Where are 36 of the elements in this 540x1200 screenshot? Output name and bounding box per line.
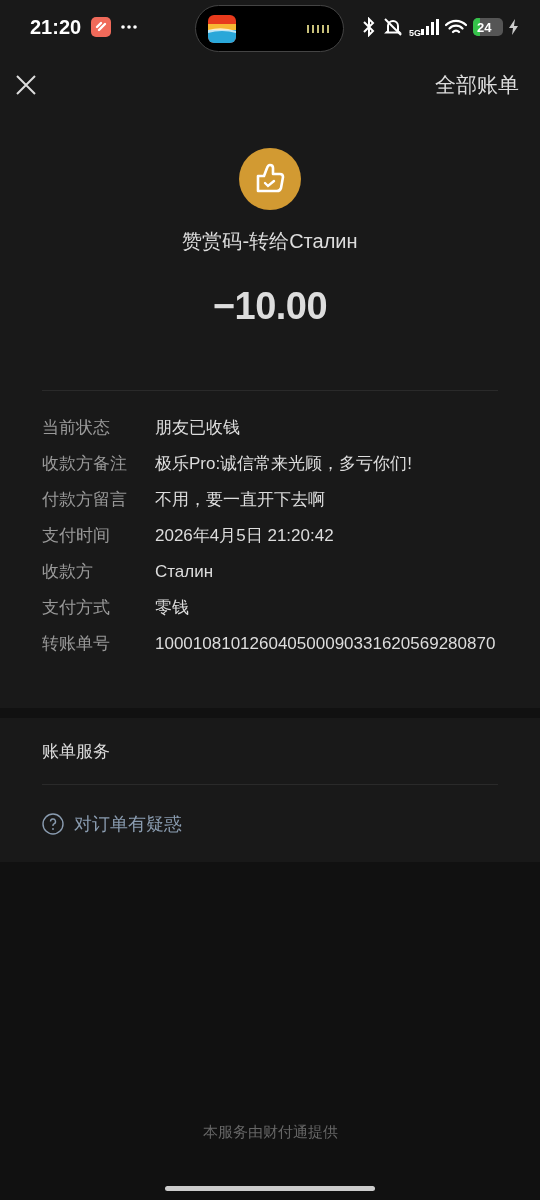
- detail-value: 不用，要一直开下去啊: [155, 489, 326, 511]
- detail-value: 极乐Pro:诚信常来光顾，多亏你们!: [155, 453, 413, 475]
- bluetooth-icon: [361, 17, 377, 37]
- order-question-link[interactable]: 对订单有疑惑: [42, 785, 182, 862]
- signal-icon: [421, 19, 439, 35]
- detail-label: 收款方: [42, 561, 94, 583]
- more-icon: [121, 25, 138, 29]
- detail-value: 2026年4月5日 21:20:42: [155, 525, 335, 547]
- detail-value: 零钱: [155, 597, 190, 619]
- thumbs-up-icon: [239, 148, 301, 210]
- wifi-icon: [445, 19, 467, 35]
- close-button[interactable]: [16, 75, 36, 95]
- network-type: 5G: [409, 28, 421, 38]
- detail-label: 付款方留言: [42, 489, 128, 511]
- app-icon: [208, 14, 236, 43]
- status-time: 21:20: [30, 15, 82, 39]
- charging-icon: [509, 19, 518, 35]
- amount: −10.00: [212, 285, 328, 328]
- section-title: 账单服务: [42, 718, 498, 785]
- detail-label: 转账单号: [42, 633, 111, 655]
- app-notification-icon: [91, 17, 112, 37]
- help-icon: [42, 812, 64, 835]
- detail-label: 当前状态: [42, 417, 111, 439]
- transaction-title: 赞赏码-转给Сталин: [182, 229, 358, 254]
- audio-level-icon: [307, 24, 329, 33]
- detail-label: 支付时间: [42, 525, 111, 547]
- detail-value: 朋友已收钱: [155, 417, 241, 439]
- detail-label: 支付方式: [42, 597, 111, 619]
- dynamic-island[interactable]: [195, 5, 344, 52]
- all-bills-link[interactable]: 全部账单: [435, 71, 519, 99]
- detail-value: 100010810126040500090331620569280870: [155, 633, 497, 655]
- detail-label: 收款方备注: [42, 453, 128, 475]
- muted-bell-icon: [383, 17, 403, 37]
- detail-value: Сталин: [155, 561, 215, 583]
- close-icon: [16, 75, 36, 95]
- footer-text: 本服务由财付通提供: [202, 1123, 338, 1142]
